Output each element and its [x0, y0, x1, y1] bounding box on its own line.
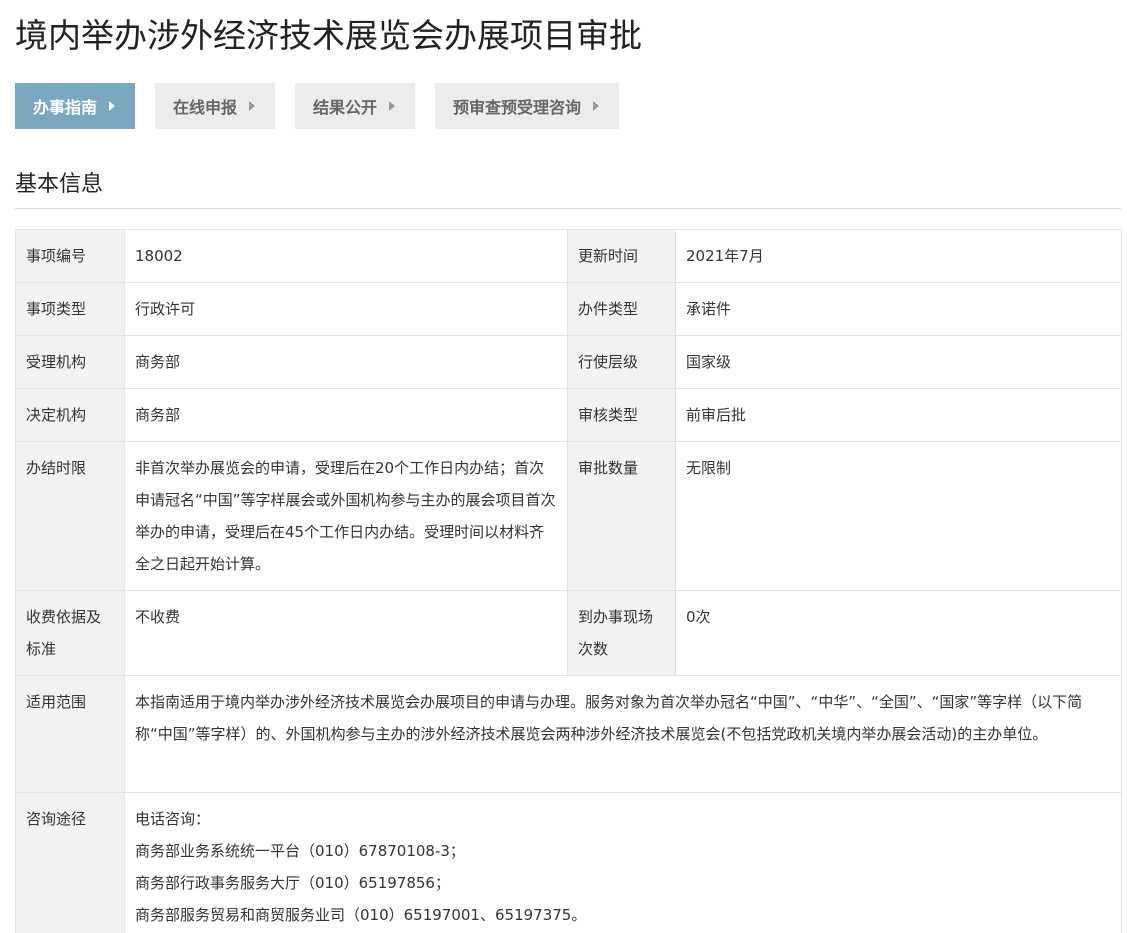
decide-org-value: 商务部 [124, 388, 568, 442]
review-type-value: 前审后批 [675, 388, 1122, 442]
time-limit-label: 办结时限 [15, 441, 125, 591]
item-no-value: 18002 [124, 229, 568, 283]
update-time-value: 2021年7月 [675, 229, 1122, 283]
item-type-label: 事项类型 [15, 282, 125, 336]
handle-type-value: 承诺件 [675, 282, 1122, 336]
caret-right-icon [249, 101, 256, 111]
consult-line: 电话咨询： [135, 810, 211, 828]
page-title: 境内举办涉外经济技术展览会办展项目审批 [15, 16, 642, 55]
scope-value: 本指南适用于境内举办涉外经济技术展览会办展项目的申请与办理。服务对象为首次举办冠… [124, 675, 1122, 793]
caret-right-icon [593, 101, 600, 111]
caret-right-icon [109, 101, 116, 111]
page: 境内举办涉外经济技术展览会办展项目审批 办事指南 在线申报 结果公开 预审查预受… [0, 0, 1127, 933]
level-value: 国家级 [675, 335, 1122, 389]
table-row: 事项编号 18002 更新时间 2021年7月 [15, 229, 1122, 283]
table-row: 咨询途径 电话咨询： 商务部业务系统统一平台（010）67870108-3； 商… [15, 792, 1122, 933]
basic-info-table: 事项编号 18002 更新时间 2021年7月 事项类型 行政许可 办件类型 承… [15, 229, 1122, 933]
consult-line: 商务部行政事务服务大厅（010）65197856； [135, 874, 450, 892]
tab-result-public[interactable]: 结果公开 [295, 83, 415, 129]
tab-pre-review-label: 预审查预受理咨询 [453, 98, 582, 117]
review-type-label: 审核类型 [567, 388, 676, 442]
table-row: 收费依据及标准 不收费 到办事现场次数 0次 [15, 590, 1122, 676]
item-type-value: 行政许可 [124, 282, 568, 336]
tab-result-public-label: 结果公开 [313, 98, 378, 117]
update-time-label: 更新时间 [567, 229, 676, 283]
approve-count-label: 审批数量 [567, 441, 676, 591]
table-row: 事项类型 行政许可 办件类型 承诺件 [15, 282, 1122, 336]
consult-value: 电话咨询： 商务部业务系统统一平台（010）67870108-3； 商务部行政事… [124, 792, 1122, 933]
decide-org-label: 决定机构 [15, 388, 125, 442]
visits-value: 0次 [675, 590, 1122, 676]
table-row: 适用范围 本指南适用于境内举办涉外经济技术展览会办展项目的申请与办理。服务对象为… [15, 675, 1122, 793]
table-row: 决定机构 商务部 审核类型 前审后批 [15, 388, 1122, 442]
consult-line: 商务部业务系统统一平台（010）67870108-3； [135, 842, 465, 860]
accept-org-value: 商务部 [124, 335, 568, 389]
fee-value: 不收费 [124, 590, 568, 676]
scope-label: 适用范围 [15, 675, 125, 793]
accept-org-label: 受理机构 [15, 335, 125, 389]
visits-label: 到办事现场次数 [567, 590, 676, 676]
section-title: 基本信息 [15, 170, 1121, 209]
consult-label: 咨询途径 [15, 792, 125, 933]
tab-bar: 办事指南 在线申报 结果公开 预审查预受理咨询 [15, 83, 619, 129]
caret-right-icon [389, 101, 396, 111]
item-no-label: 事项编号 [15, 229, 125, 283]
tab-online-apply[interactable]: 在线申报 [155, 83, 275, 129]
handle-type-label: 办件类型 [567, 282, 676, 336]
level-label: 行使层级 [567, 335, 676, 389]
consult-line: 商务部服务贸易和商贸服务业司（010）65197001、65197375。 [135, 906, 587, 924]
tab-guide-label: 办事指南 [33, 98, 98, 117]
tab-online-apply-label: 在线申报 [173, 98, 238, 117]
tab-pre-review[interactable]: 预审查预受理咨询 [435, 83, 619, 129]
table-row: 受理机构 商务部 行使层级 国家级 [15, 335, 1122, 389]
tab-guide[interactable]: 办事指南 [15, 83, 135, 129]
fee-label: 收费依据及标准 [15, 590, 125, 676]
table-row: 办结时限 非首次举办展览会的申请，受理后在20个工作日内办结；首次申请冠名“中国… [15, 441, 1122, 591]
approve-count-value: 无限制 [675, 441, 1122, 591]
time-limit-value: 非首次举办展览会的申请，受理后在20个工作日内办结；首次申请冠名“中国”等字样展… [124, 441, 568, 591]
